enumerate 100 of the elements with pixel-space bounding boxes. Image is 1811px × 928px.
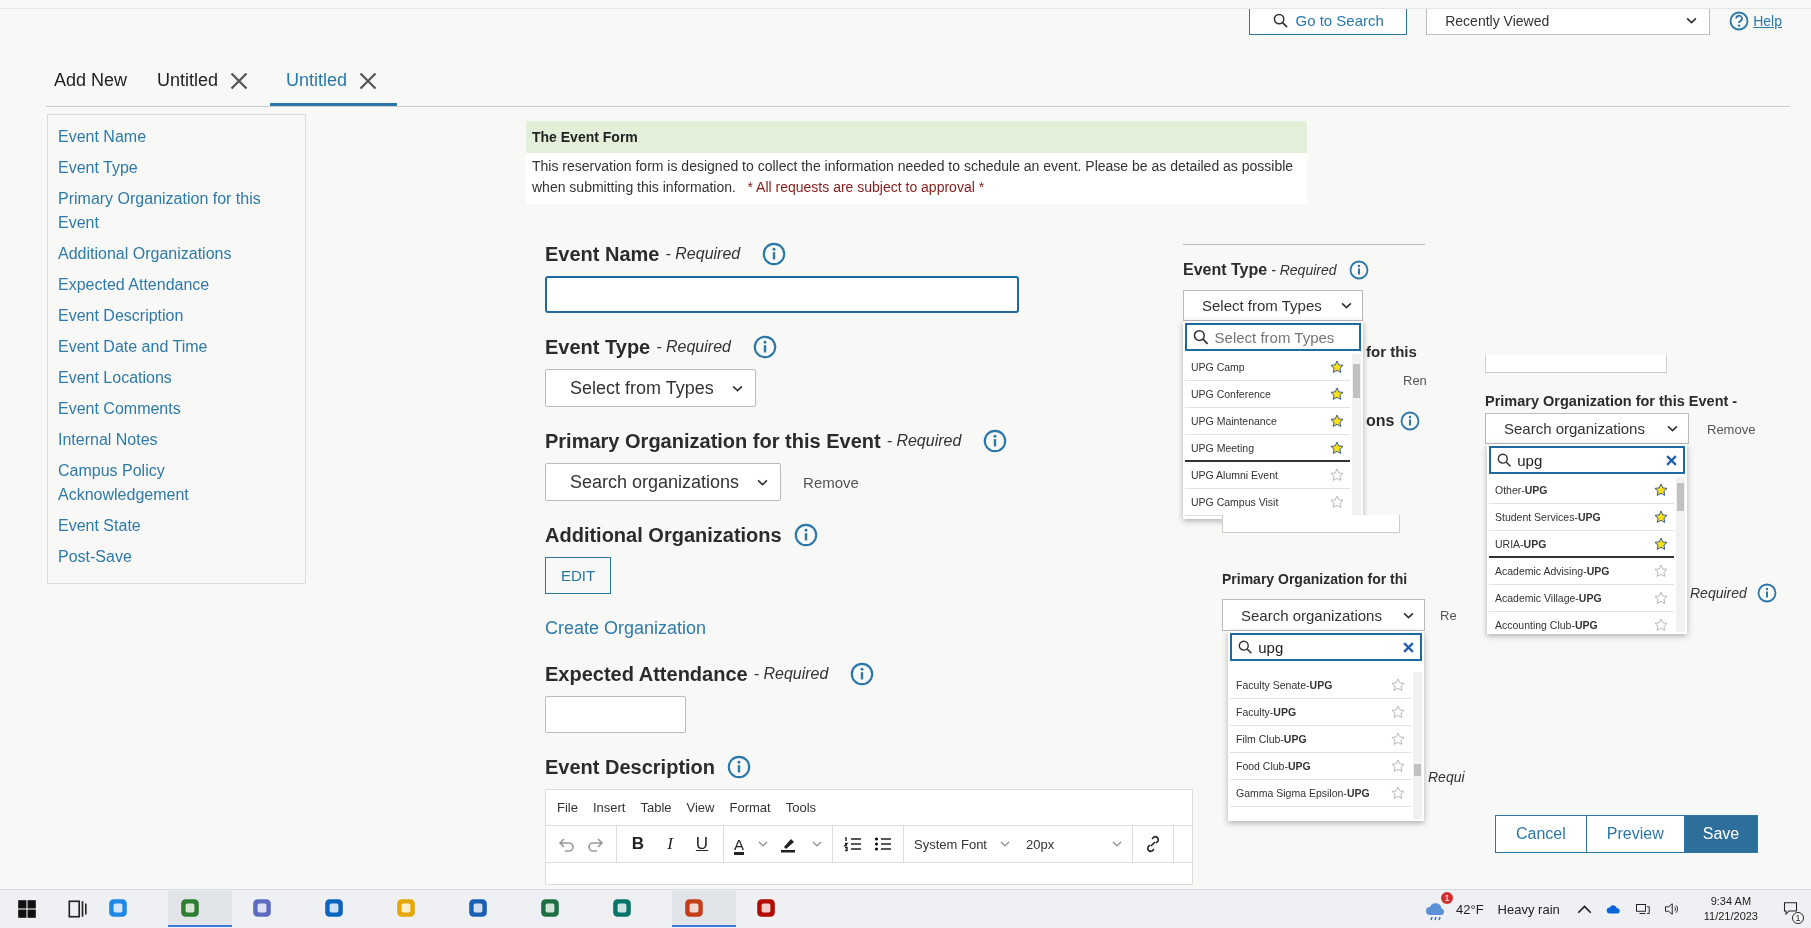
info-icon[interactable] (850, 662, 875, 686)
sidebar-link[interactable]: Event Comments (58, 397, 295, 421)
text-color-button[interactable]: A (734, 835, 744, 853)
scrollbar[interactable] (1676, 477, 1685, 632)
dropdown-option[interactable]: UPG Meeting (1185, 435, 1350, 462)
dropdown-option[interactable]: Other-UPG (1489, 477, 1674, 504)
scrollbar[interactable] (1413, 672, 1422, 819)
sidebar-link[interactable]: Event Locations (58, 366, 295, 390)
select-dropdown[interactable]: Select from Types (545, 369, 756, 407)
go-to-search-button[interactable]: Go to Search (1249, 9, 1408, 35)
search-field[interactable]: upg (1489, 446, 1685, 474)
info-icon[interactable] (727, 755, 752, 779)
windows-logo-icon[interactable] (16, 898, 38, 920)
rich-text-editor[interactable]: File Insert Table View Format Tools B I U A System Font 20px (545, 789, 1193, 885)
remove-link[interactable]: Remove (1707, 422, 1756, 437)
action-button[interactable]: Preview (1585, 815, 1685, 853)
format-button[interactable]: U (691, 834, 713, 854)
search-input[interactable]: upg (1258, 638, 1397, 656)
edit-button[interactable]: EDIT (545, 557, 611, 594)
star-icon[interactable] (1654, 536, 1668, 551)
attendance-input[interactable] (545, 696, 686, 733)
scrollbar[interactable] (1352, 354, 1361, 517)
dropdown-option[interactable]: UPG Maintenance (1185, 408, 1350, 435)
editor-menu-item[interactable]: Table (640, 800, 672, 815)
dropdown-option[interactable]: Accounting Club-UPG (1489, 612, 1674, 632)
dropdown-option[interactable]: UPG Conference (1185, 381, 1350, 408)
info-icon[interactable] (752, 335, 777, 359)
sidebar-link[interactable]: Campus Policy Acknowledgement (58, 459, 295, 507)
app-icon[interactable] (467, 897, 489, 919)
sidebar-link[interactable]: Post-Save (58, 545, 295, 569)
star-icon[interactable] (1654, 483, 1668, 497)
dropdown-option[interactable]: Faculty Senate-UPG (1230, 672, 1411, 699)
dropdown-option[interactable]: URIA-UPG (1489, 531, 1674, 558)
close-icon[interactable] (230, 71, 249, 90)
event-name-input[interactable] (545, 276, 1019, 313)
dropdown-option[interactable]: Academic Village-UPG (1489, 585, 1674, 612)
format-button[interactable]: I (659, 834, 681, 854)
editor-menu-item[interactable]: File (557, 800, 578, 815)
star-icon[interactable] (1391, 759, 1405, 773)
sidebar-link[interactable]: Additional Organizations (58, 242, 295, 266)
editor-menu-item[interactable]: Format (729, 800, 771, 815)
font-select[interactable]: System Font (914, 836, 1010, 852)
app-icon[interactable] (539, 897, 561, 919)
info-icon[interactable] (793, 523, 818, 547)
sidebar-link[interactable]: Expected Attendance (58, 273, 295, 297)
close-icon[interactable] (359, 71, 378, 90)
editor-menu-item[interactable]: Insert (592, 800, 626, 815)
star-icon[interactable] (1391, 786, 1405, 800)
dropdown-option[interactable]: Food Club-UPG (1230, 753, 1411, 780)
star-icon[interactable] (1330, 414, 1344, 428)
info-icon[interactable] (1348, 260, 1369, 280)
editor-menu-item[interactable]: View (686, 800, 715, 815)
clear-icon[interactable] (1403, 641, 1414, 653)
font-size-select[interactable]: 20px (1026, 836, 1122, 852)
numbered-list-icon[interactable] (843, 834, 863, 854)
star-icon[interactable] (1654, 564, 1668, 578)
star-icon[interactable] (1654, 591, 1668, 605)
dropdown-option[interactable]: Gamma Sigma Epsilon-UPG (1230, 780, 1411, 807)
search-field[interactable]: upg (1230, 633, 1422, 661)
search-input[interactable]: upg (1517, 451, 1660, 469)
info-icon[interactable] (983, 429, 1008, 453)
star-icon[interactable] (1391, 705, 1405, 719)
help-icon[interactable] (1729, 10, 1750, 31)
help-link[interactable]: Help (1753, 12, 1782, 29)
dropdown-option[interactable]: UPG Alumni Event (1185, 462, 1350, 489)
app-icon[interactable] (323, 897, 345, 919)
save-button[interactable]: Save (1683, 815, 1759, 853)
star-icon[interactable] (1330, 468, 1344, 482)
dropdown-option[interactable]: Film Club-UPG (1230, 726, 1411, 753)
star-icon[interactable] (1654, 618, 1668, 632)
app-icon[interactable] (755, 897, 777, 919)
speaker-icon[interactable] (1663, 902, 1679, 916)
app-icon[interactable] (251, 897, 273, 919)
dropdown-option[interactable]: Faculty-UPG (1230, 699, 1411, 726)
editor-menu-item[interactable]: Tools (785, 800, 817, 815)
info-icon[interactable] (1756, 583, 1777, 603)
star-icon[interactable] (1391, 732, 1405, 746)
sidebar-link[interactable]: Event Date and Time (58, 335, 295, 359)
dropdown-option[interactable]: Academic Advising-UPG (1489, 558, 1674, 585)
star-icon[interactable] (1330, 387, 1344, 401)
sidebar-link[interactable]: Event State (58, 514, 295, 538)
sidebar-link[interactable]: Event Description (58, 304, 295, 328)
network-icon[interactable] (1634, 902, 1650, 916)
app-icon[interactable] (179, 897, 201, 919)
dropdown-option[interactable]: UPG Camp (1185, 354, 1350, 381)
star-icon[interactable] (1330, 360, 1344, 374)
select-dropdown[interactable]: Select from Types (1183, 290, 1363, 321)
chevron-down-icon[interactable] (758, 841, 768, 847)
star-icon[interactable] (1330, 440, 1344, 455)
app-icon[interactable] (611, 897, 633, 919)
clock-date[interactable]: 11/21/2023 (1703, 909, 1758, 924)
format-button[interactable]: B (627, 834, 649, 854)
clock-time[interactable]: 9:34 AM (1710, 894, 1752, 909)
search-field[interactable]: Select from Types (1185, 323, 1361, 351)
select-dropdown[interactable]: Search organizations (1485, 413, 1689, 444)
chevron-down-icon[interactable] (812, 841, 822, 847)
notification-icon[interactable] (1783, 900, 1798, 915)
sidebar-link[interactable]: Primary Organization for this Event (58, 187, 295, 235)
cloud-icon[interactable] (1605, 902, 1621, 916)
star-icon[interactable] (1330, 495, 1344, 509)
